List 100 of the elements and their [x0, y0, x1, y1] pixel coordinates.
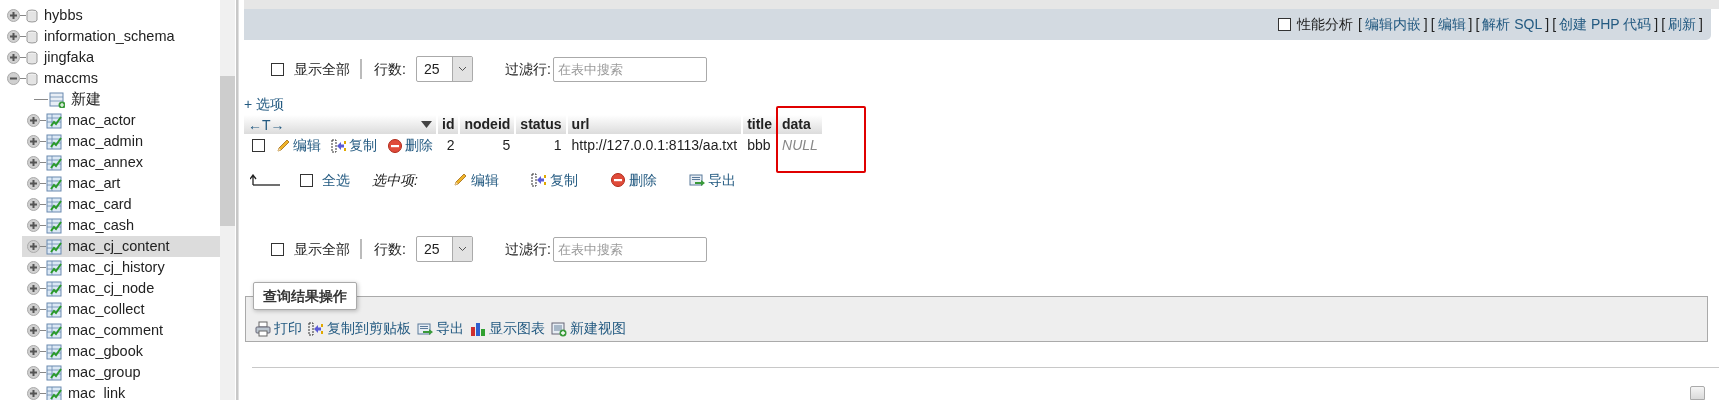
tree-item-label: jingfaka [44, 47, 94, 67]
bracket: ] [1654, 15, 1659, 34]
link[interactable]: 编辑 [1437, 14, 1466, 35]
row-action-link[interactable]: 删除 [387, 135, 433, 156]
operation-link[interactable]: 复制到剪贴板 [308, 318, 411, 339]
expand-toggle[interactable] [27, 282, 40, 295]
tree-row[interactable]: mac_annex [22, 152, 220, 173]
search-field[interactable]: 在表中搜索 [552, 236, 707, 262]
sort-triangle-icon [421, 121, 432, 128]
checkbox[interactable] [300, 173, 313, 187]
tree-row[interactable]: mac_actor [22, 110, 220, 131]
scrollbar[interactable] [220, 0, 235, 400]
new-table-icon [49, 91, 65, 108]
expand-toggle[interactable] [27, 366, 40, 379]
expand-toggle[interactable] [27, 387, 40, 400]
table-icon [46, 343, 62, 360]
tree-row[interactable]: mac_cj_node [22, 278, 220, 299]
checkbox[interactable] [1277, 18, 1291, 31]
tree-row[interactable]: mac_art [22, 173, 220, 194]
checkbox[interactable] [271, 242, 284, 256]
table-cell-text: bbb [746, 136, 772, 155]
delete-icon [387, 137, 403, 154]
tree-row[interactable]: maccms [0, 68, 220, 89]
link[interactable]: 刷新 [1668, 14, 1697, 35]
tree-row[interactable]: 新建 [22, 89, 220, 110]
tree-row[interactable]: mac_admin [22, 131, 220, 152]
bracket: ] [1468, 15, 1473, 34]
select-all-link[interactable]: 全选 [322, 169, 350, 191]
link[interactable]: 编辑内嵌 [1364, 14, 1421, 35]
row-action-link[interactable]: 编辑 [275, 135, 321, 156]
bracket: ] [1699, 15, 1703, 34]
column-header[interactable]: id [438, 115, 459, 134]
tree-row[interactable]: mac_cash [22, 215, 220, 236]
operation-link[interactable]: 打印 [255, 318, 302, 339]
tree-item-label: mac_collect [68, 299, 145, 319]
plus-icon [9, 11, 18, 20]
plus-icon [29, 305, 38, 314]
bracket: ] [1423, 15, 1428, 34]
expand-toggle[interactable] [7, 72, 20, 85]
plus-icon [9, 32, 18, 41]
expand-toggle[interactable] [27, 177, 40, 190]
pencil-icon [451, 172, 468, 188]
tree-row[interactable]: mac_comment [22, 320, 220, 341]
column-header[interactable]: title [743, 115, 776, 134]
expand-toggle[interactable] [27, 303, 40, 316]
operation-link[interactable]: 新建视图 [551, 318, 626, 339]
tree-row[interactable]: hybbs [0, 5, 220, 26]
options-link[interactable]: + 选项 [244, 94, 285, 115]
expand-toggle[interactable] [27, 114, 40, 127]
expand-toggle[interactable] [27, 135, 40, 148]
expand-toggle[interactable] [7, 51, 20, 64]
bracket: [ [1661, 15, 1666, 34]
tree-row[interactable]: jingfaka [0, 47, 220, 68]
pencil-icon [275, 137, 291, 154]
bulk-action-button[interactable]: 导出 [688, 169, 736, 191]
table-icon [46, 280, 62, 297]
column-header[interactable]: data [778, 115, 822, 134]
bulk-action-button[interactable]: 复制 [530, 169, 578, 191]
table-cell-text: 5 [501, 136, 512, 155]
bulk-action-button[interactable]: 编辑 [451, 169, 499, 191]
column-header[interactable]: url [567, 115, 742, 134]
expand-toggle[interactable] [27, 198, 40, 211]
operation-link[interactable]: 导出 [417, 318, 464, 339]
expand-toggle[interactable] [7, 9, 20, 22]
column-resize-handle[interactable]: ←T→ [248, 117, 285, 132]
expand-toggle[interactable] [7, 30, 20, 43]
scrollbar-thumb[interactable] [220, 76, 235, 226]
column-header[interactable]: status [516, 115, 566, 134]
checkbox[interactable] [271, 62, 284, 76]
row-action-link[interactable]: 复制 [331, 135, 377, 156]
tree-item-label: hybbs [44, 5, 83, 25]
console-toggle[interactable] [1690, 386, 1705, 400]
expand-toggle[interactable] [27, 324, 40, 337]
link[interactable]: 解析 SQL [1482, 14, 1543, 35]
tree-item-label: mac_actor [68, 110, 136, 130]
rows-select[interactable]: 25 [415, 236, 473, 262]
column-header[interactable]: nodeid [460, 115, 515, 134]
expand-toggle[interactable] [27, 156, 40, 169]
tree-row[interactable]: mac_collect [22, 299, 220, 320]
expand-toggle[interactable] [27, 240, 40, 253]
tree-row[interactable]: mac_group [22, 362, 220, 383]
tree-row[interactable]: information_schema [0, 26, 220, 47]
tree-row[interactable]: mac_cj_content [22, 236, 220, 257]
tree-row[interactable]: mac_gbook [22, 341, 220, 362]
tree-row[interactable]: mac_cj_history [22, 257, 220, 278]
expand-toggle[interactable] [27, 219, 40, 232]
expand-toggle[interactable] [27, 345, 40, 358]
tree-row[interactable]: mac_card [22, 194, 220, 215]
checkbox-label: 显示全部 [294, 239, 350, 259]
operation-link[interactable]: 显示图表 [470, 318, 545, 339]
expand-toggle[interactable] [27, 261, 40, 274]
tree-item-label: mac_cj_node [68, 278, 155, 298]
tree-item-label: mac_admin [68, 131, 143, 151]
printer-icon [255, 320, 271, 337]
search-field[interactable]: 在表中搜索 [552, 56, 707, 82]
rows-select[interactable]: 25 [415, 56, 473, 82]
checkbox[interactable] [252, 139, 265, 152]
chevron-down-icon [457, 246, 467, 252]
bulk-action-button[interactable]: 删除 [609, 169, 657, 191]
link[interactable]: 创建 PHP 代码 [1559, 14, 1652, 35]
